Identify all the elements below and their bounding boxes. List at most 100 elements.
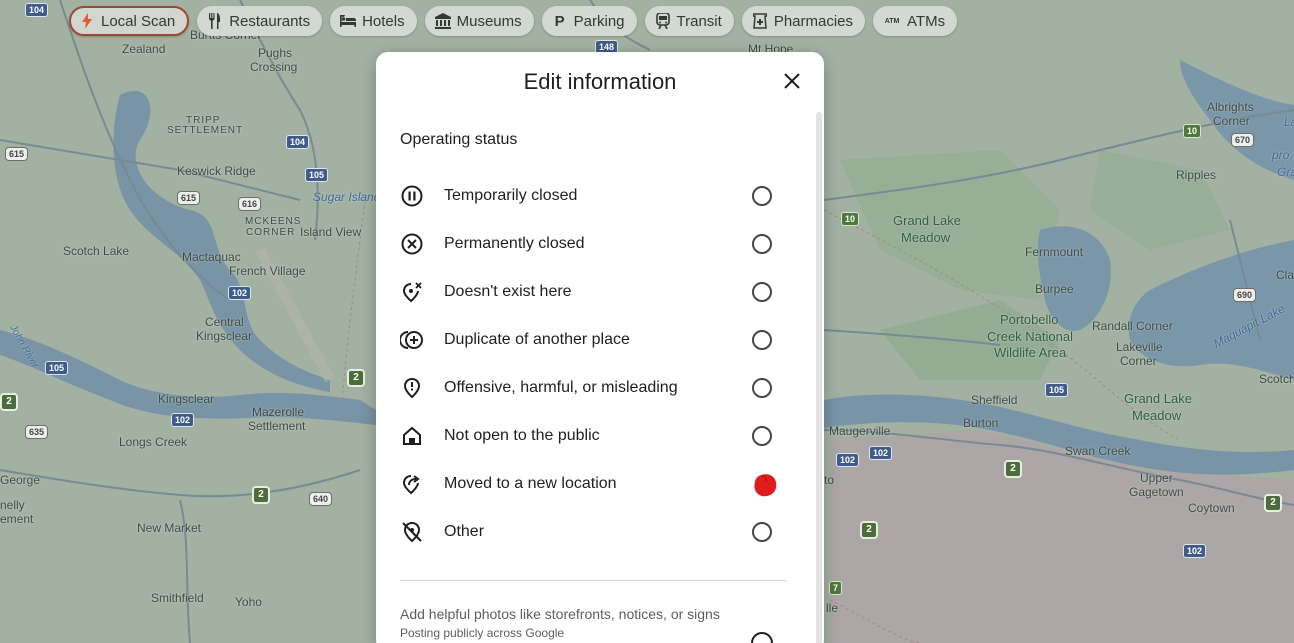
- radio-button[interactable]: [752, 474, 777, 497]
- place-label: Mazerolle: [252, 405, 305, 419]
- highway-shield: 104: [25, 3, 49, 17]
- chip-label: Museums: [456, 12, 522, 30]
- bed-icon: [340, 13, 357, 29]
- place-label: Grand Lake: [893, 213, 961, 228]
- chip-museums[interactable]: Museums: [424, 6, 534, 36]
- radio-button[interactable]: [752, 378, 772, 398]
- place-label: Scotch Lake: [63, 244, 130, 258]
- place-label: Cla: [1276, 268, 1294, 282]
- option-doesnt-exist[interactable]: Doesn't exist here: [400, 268, 786, 316]
- radio-button[interactable]: [752, 186, 772, 206]
- place-label: Yoho: [235, 595, 262, 609]
- route-shield: 615: [5, 147, 29, 161]
- chip-atms[interactable]: ATM ATMs: [873, 6, 958, 36]
- place-label: Settlement: [248, 419, 306, 433]
- place-label: Meadow: [901, 230, 951, 245]
- place-label: Scotch: [1259, 372, 1294, 386]
- dialog-scrollbar[interactable]: [816, 112, 822, 643]
- option-label: Moved to a new location: [444, 475, 617, 492]
- pause-circle-icon: [400, 184, 424, 208]
- chip-restaurants[interactable]: Restaurants: [197, 6, 323, 36]
- category-chips: Local Scan Restaurants Hotels Museums P …: [69, 6, 958, 36]
- highway-shield: 102: [1183, 544, 1207, 558]
- place-label: Burpee: [1035, 282, 1074, 296]
- chip-pharmacies[interactable]: Pharmacies: [741, 6, 866, 36]
- place-label: Zealand: [122, 42, 166, 56]
- option-offensive[interactable]: Offensive, harmful, or misleading: [400, 364, 786, 412]
- place-label: SETTLEMENT: [167, 125, 244, 136]
- place-label: Maugerville: [829, 424, 891, 438]
- highway-shield: 10: [1183, 124, 1202, 138]
- pin-alert-icon: [400, 376, 424, 400]
- chip-transit[interactable]: Transit: [644, 6, 734, 36]
- pharmacy-icon: [752, 13, 768, 29]
- place-label: Swan Creek: [1065, 444, 1131, 458]
- option-moved[interactable]: Moved to a new location: [400, 460, 786, 508]
- red-mark-annotation: [754, 474, 777, 497]
- chip-label: Transit: [676, 12, 722, 30]
- place-label: Smithfield: [151, 591, 204, 605]
- atm-icon: ATM: [884, 17, 900, 25]
- place-label: Crossing: [250, 60, 298, 74]
- place-label: La: [1284, 115, 1294, 129]
- place-label: Albrights: [1207, 100, 1254, 114]
- option-not-open-to-public[interactable]: Not open to the public: [400, 412, 786, 460]
- place-label: lle: [826, 601, 839, 615]
- radio-button[interactable]: [752, 426, 772, 446]
- museum-icon: [434, 13, 451, 29]
- highway-shield: 10: [841, 212, 860, 226]
- place-label: Mactaquac: [182, 250, 241, 264]
- place-label: to: [824, 473, 835, 487]
- campsite-icon[interactable]: 2: [1264, 494, 1282, 512]
- photos-prompt: Add helpful photos like storefronts, not…: [400, 606, 720, 622]
- route-shield: 635: [25, 425, 49, 439]
- place-label: Upper: [1140, 471, 1173, 485]
- chip-label: Restaurants: [229, 12, 311, 30]
- bolt-icon: [79, 13, 95, 29]
- option-temporarily-closed[interactable]: Temporarily closed: [400, 172, 786, 220]
- place-label: Lakeville: [1116, 340, 1163, 354]
- option-label: Other: [444, 523, 485, 540]
- campsite-icon[interactable]: 2: [1004, 460, 1022, 478]
- place-label: Central: [205, 315, 244, 329]
- place-label: New Market: [137, 521, 202, 535]
- chip-local-scan[interactable]: Local Scan: [69, 6, 190, 36]
- place-label: Portobello: [1000, 312, 1059, 327]
- chip-label: Parking: [573, 12, 625, 30]
- fork-knife-icon: [207, 13, 223, 29]
- radio-button[interactable]: [752, 522, 772, 542]
- campsite-icon[interactable]: 2: [252, 486, 270, 504]
- highway-shield: 7: [829, 581, 843, 595]
- place-label: Coytown: [1188, 501, 1235, 515]
- route-shield: 615: [177, 191, 201, 205]
- campsite-icon[interactable]: 2: [347, 369, 365, 387]
- highway-shield: 102: [869, 446, 893, 460]
- radio-button[interactable]: [752, 330, 772, 350]
- radio-button[interactable]: [752, 282, 772, 302]
- section-divider: [400, 580, 786, 581]
- chip-hotels[interactable]: Hotels: [330, 6, 417, 36]
- option-other[interactable]: Other: [400, 508, 786, 556]
- radio-button[interactable]: [752, 234, 772, 254]
- campsite-icon[interactable]: 2: [0, 393, 18, 411]
- place-label: Fernmount: [1025, 245, 1084, 259]
- highway-shield: 102: [228, 286, 252, 300]
- chip-label: Hotels: [362, 12, 405, 30]
- place-label: Pughs: [258, 46, 293, 60]
- option-label: Temporarily closed: [444, 187, 578, 204]
- place-label: Corner: [1213, 114, 1250, 128]
- edit-information-dialog: Edit information Operating status Tempor…: [376, 52, 824, 643]
- option-duplicate[interactable]: Duplicate of another place: [400, 316, 786, 364]
- place-label: pro: [1272, 148, 1290, 162]
- option-permanently-closed[interactable]: Permanently closed: [400, 220, 786, 268]
- route-shield: 690: [1233, 288, 1257, 302]
- chip-parking[interactable]: P Parking: [541, 6, 637, 36]
- campsite-icon[interactable]: 2: [860, 521, 878, 539]
- highway-shield: 102: [171, 413, 195, 427]
- close-button[interactable]: [780, 69, 804, 93]
- pin-x-icon: [400, 280, 424, 304]
- pin-off-icon: [400, 520, 424, 544]
- duplicate-icon: [400, 328, 424, 352]
- place-label: Keswick Ridge: [177, 164, 256, 178]
- info-icon[interactable]: [751, 632, 773, 643]
